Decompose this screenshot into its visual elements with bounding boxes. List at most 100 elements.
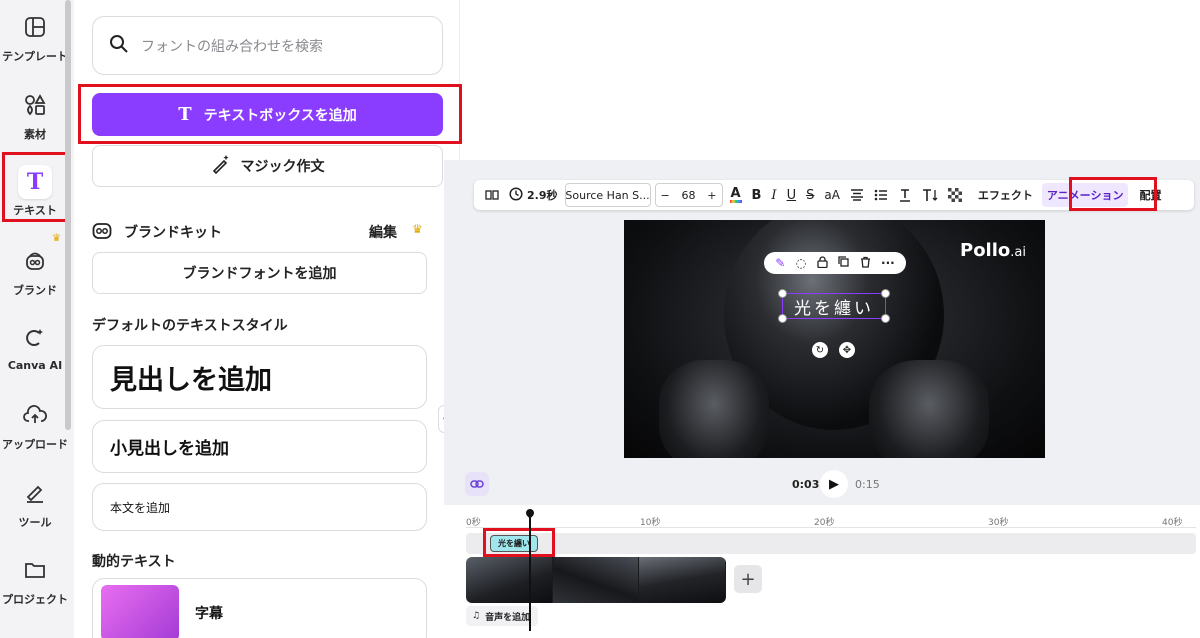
video-clip-track[interactable] — [466, 557, 726, 603]
upload-icon — [22, 402, 48, 428]
nav-item-canva-ai[interactable]: Canva AI — [0, 325, 70, 387]
canva-editor: テンプレート 素材 T テキスト ♛ ブランド Canva AI アップロード … — [0, 0, 1200, 638]
video-thumb-3 — [639, 557, 726, 603]
text-color-button[interactable]: A — [725, 183, 747, 207]
play-button[interactable]: ▶ — [820, 470, 848, 498]
transparency-icon[interactable] — [943, 183, 967, 207]
add-brand-font-button[interactable]: ブランドフォントを追加 — [92, 252, 427, 294]
nav-item-brand[interactable]: ブランド — [0, 248, 70, 310]
more-icon[interactable]: ··· — [881, 256, 895, 270]
highlight-animation — [1069, 177, 1157, 211]
video-thumb-1 — [466, 557, 553, 603]
folder-icon — [22, 557, 48, 583]
align-center-icon[interactable] — [845, 183, 869, 207]
lock-icon[interactable] — [817, 255, 828, 271]
subtitle-thumbnail — [101, 585, 179, 638]
subtitle-card[interactable]: 字幕 — [92, 578, 427, 638]
clock-icon — [509, 186, 523, 204]
add-subheading-card[interactable]: 小見出しを追加 — [92, 420, 427, 473]
music-note-icon: ♫ — [472, 611, 481, 621]
font-size-value[interactable]: 68 — [682, 189, 696, 202]
selected-text-content: 光を纏い — [794, 298, 874, 319]
letter-case-button[interactable]: aA — [819, 183, 845, 207]
watermark-suffix: .ai — [1010, 245, 1026, 260]
vertical-text-icon[interactable] — [917, 183, 943, 207]
magic-wand-icon — [211, 154, 231, 178]
nav-label-uploads: アップロード — [2, 438, 68, 451]
font-size-stepper[interactable]: − 68 + — [654, 183, 723, 207]
effects-button[interactable]: エフェクト — [973, 183, 1038, 207]
add-body-card[interactable]: 本文を追加 — [92, 483, 427, 531]
nav-item-elements[interactable]: 素材 — [0, 92, 70, 154]
brand-kit-edit-link[interactable]: 編集 — [369, 222, 397, 242]
trash-icon[interactable] — [860, 256, 871, 271]
nav-item-tools[interactable]: ツール — [0, 480, 70, 542]
highlight-add-textbox — [78, 84, 462, 144]
current-time: 0:03 — [792, 478, 820, 491]
highlight-nav-text — [2, 152, 68, 222]
nav-item-uploads[interactable]: アップロード — [0, 402, 70, 464]
playhead[interactable] — [529, 511, 531, 631]
spacing-icon[interactable] — [893, 183, 917, 207]
brand-kit-icon — [92, 221, 112, 245]
text-color-letter: A — [730, 185, 741, 201]
duration-value: 2.9秒 — [527, 189, 558, 202]
underline-button[interactable]: U — [782, 183, 802, 207]
right-glove-shape — [869, 360, 989, 458]
video-thumb-2 — [552, 557, 640, 603]
add-heading-label: 見出しを追加 — [110, 364, 272, 396]
text-panel: フォントの組み合わせを検索 T テキストボックスを追加 マジック作文 ブランドキ… — [74, 0, 462, 638]
template-icon — [22, 14, 48, 40]
nav-label-templates: テンプレート — [2, 50, 68, 63]
design-canvas[interactable]: Pollo.ai ✎ ◌ ··· 光を纏い ↻ ✥ — [624, 220, 1045, 458]
element-float-menu: ✎ ◌ ··· — [764, 252, 906, 274]
move-icon[interactable]: ✥ — [839, 342, 855, 358]
add-heading-card[interactable]: 見出しを追加 — [92, 345, 427, 409]
duplicate-icon[interactable] — [838, 256, 849, 270]
magic-write-button[interactable]: マジック作文 — [92, 145, 443, 187]
font-size-increase[interactable]: + — [707, 189, 716, 202]
ruler-tick-40: 40秒 — [1162, 518, 1183, 528]
brand-icon — [22, 248, 48, 274]
subtitle-label: 字幕 — [195, 606, 223, 622]
bold-button[interactable]: B — [747, 183, 767, 207]
rainbow-bar-icon — [729, 199, 742, 203]
nav-item-templates[interactable]: テンプレート — [0, 14, 70, 76]
ruler-tick-10: 10秒 — [640, 518, 661, 528]
pollo-watermark: Pollo.ai — [960, 240, 1026, 261]
nav-label-projects: プロジェクト — [2, 593, 68, 606]
nav-label-brand: ブランド — [13, 284, 57, 297]
magic-write-label: マジック作文 — [240, 159, 325, 175]
nav-item-projects[interactable]: プロジェクト — [0, 557, 70, 619]
left-glove-shape — [659, 360, 769, 458]
resize-handle-bl[interactable] — [778, 314, 787, 323]
ruler-tick-20: 20秒 — [814, 518, 835, 528]
add-clip-button[interactable]: + — [734, 565, 762, 593]
font-size-decrease[interactable]: − — [661, 189, 670, 202]
search-placeholder: フォントの組み合わせを検索 — [141, 38, 323, 55]
crown-icon: ♛ — [52, 233, 61, 244]
magic-edit-icon[interactable]: ✎ — [775, 256, 785, 270]
dynamic-text-title: 動的テキスト — [92, 554, 176, 570]
search-icon — [109, 34, 129, 58]
rotate-icon[interactable]: ↻ — [812, 342, 828, 358]
bullet-list-icon[interactable] — [869, 183, 893, 207]
resize-handle-tr[interactable] — [881, 289, 890, 298]
add-audio-button[interactable]: ♫ 音声を追加 — [466, 606, 538, 626]
tools-icon — [22, 480, 48, 506]
strikethrough-button[interactable]: S — [801, 183, 819, 207]
selected-text-element[interactable]: 光を纏い — [782, 293, 886, 319]
font-select[interactable]: Source Han S... — [564, 183, 651, 207]
resize-handle-br[interactable] — [881, 314, 890, 323]
link-icon[interactable] — [465, 472, 489, 496]
nav-scrollbar[interactable] — [65, 0, 71, 430]
italic-button[interactable]: I — [766, 183, 781, 207]
resize-handle-tl[interactable] — [778, 289, 787, 298]
duration-button[interactable]: 2.9秒 — [504, 183, 563, 207]
comment-icon[interactable]: ◌ — [796, 256, 806, 270]
add-brand-font-label: ブランドフォントを追加 — [182, 266, 337, 282]
elements-icon — [22, 92, 48, 118]
font-search-box[interactable]: フォントの組み合わせを検索 — [92, 16, 443, 75]
add-body-label: 本文を追加 — [110, 500, 171, 515]
flip-icon[interactable] — [480, 183, 504, 207]
